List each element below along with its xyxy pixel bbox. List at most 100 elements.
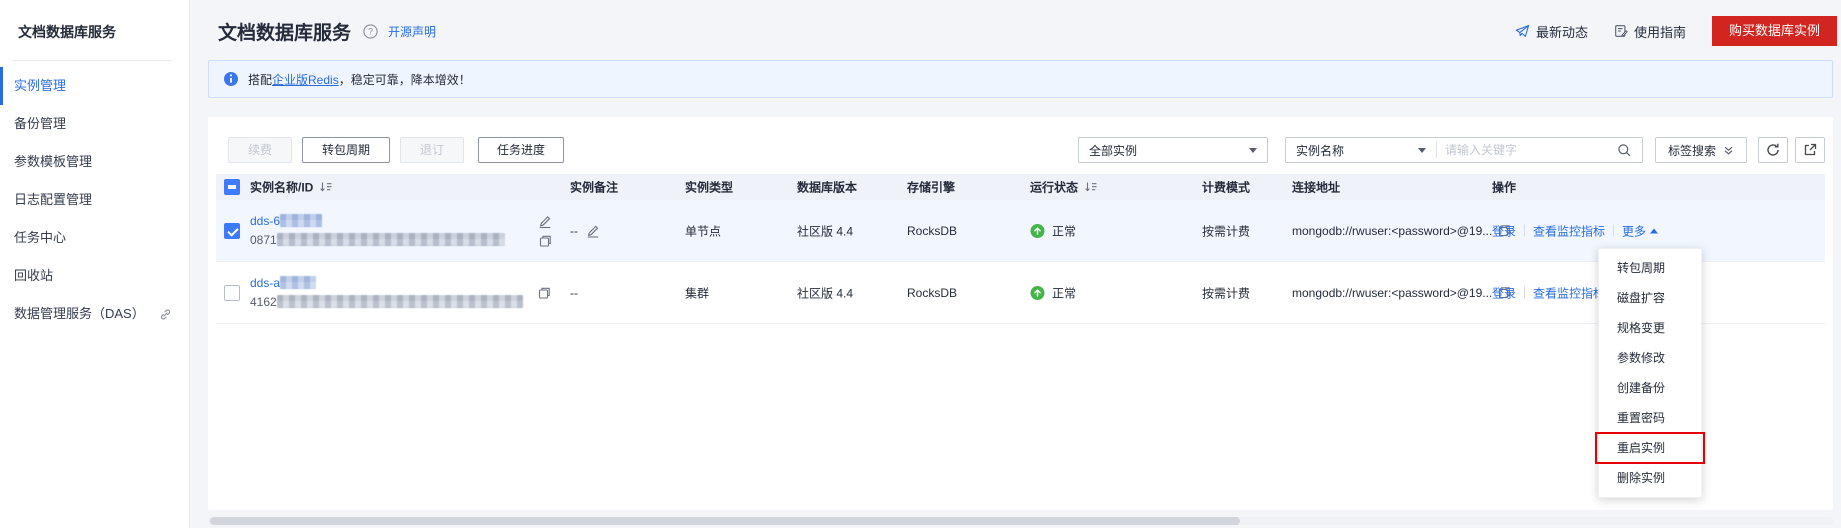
change-to-period-button[interactable]: 转包周期 bbox=[302, 137, 390, 163]
instance-name-link[interactable]: dds-6 bbox=[250, 214, 280, 228]
row-checkbox[interactable] bbox=[224, 285, 240, 301]
tag-search-label: 标签搜索 bbox=[1668, 142, 1716, 159]
sort-icon[interactable] bbox=[319, 182, 332, 193]
col-operation: 操作 bbox=[1492, 179, 1516, 196]
sidebar-item-label: 回收站 bbox=[14, 257, 53, 295]
sidebar-item-label: 实例管理 bbox=[14, 67, 66, 105]
sidebar-item-das[interactable]: 数据管理服务（DAS） bbox=[0, 295, 189, 333]
open-source-link[interactable]: 开源声明 bbox=[388, 23, 436, 40]
edit-name-icon[interactable] bbox=[538, 214, 552, 228]
view-metrics-link[interactable]: 查看监控指标 bbox=[1533, 284, 1605, 301]
menu-item-delete-instance[interactable]: 删除实例 bbox=[1599, 463, 1701, 493]
search-input[interactable] bbox=[1437, 143, 1617, 157]
row-checkbox[interactable] bbox=[224, 223, 240, 239]
sidebar-item-label: 数据管理服务（DAS） bbox=[14, 295, 145, 333]
status-label: 正常 bbox=[1052, 222, 1076, 239]
login-link[interactable]: 登录 bbox=[1492, 222, 1516, 239]
info-banner: 搭配企业版Redis，稳定可靠，降本增效！ bbox=[208, 60, 1833, 98]
view-metrics-link[interactable]: 查看监控指标 bbox=[1533, 222, 1605, 239]
remark-value: -- bbox=[570, 224, 578, 238]
status-cell: 正常 bbox=[1030, 284, 1076, 301]
menu-item-restart-instance[interactable]: 重启实例 bbox=[1599, 433, 1701, 463]
remark-cell: -- bbox=[570, 224, 600, 238]
blurred-name bbox=[280, 214, 322, 227]
double-chevron-icon bbox=[1723, 145, 1734, 156]
blurred-id bbox=[277, 295, 523, 308]
more-dropdown-trigger[interactable]: 更多 bbox=[1622, 222, 1658, 239]
address-cell: mongodb://rwuser:<password>@19... bbox=[1292, 286, 1511, 300]
col-type: 实例类型 bbox=[685, 179, 733, 196]
edit-remark-icon[interactable] bbox=[586, 224, 600, 238]
page-title: 文档数据库服务 bbox=[218, 18, 351, 45]
menu-item-modify-parameters[interactable]: 参数修改 bbox=[1599, 343, 1701, 373]
connection-address: mongodb://rwuser:<password>@19... bbox=[1292, 224, 1492, 238]
external-link-icon bbox=[159, 308, 172, 321]
menu-item-scale-disk[interactable]: 磁盘扩容 bbox=[1599, 283, 1701, 313]
sidebar: 文档数据库服务 实例管理 备份管理 参数模板管理 日志配置管理 任务中心 回收站… bbox=[0, 0, 190, 528]
blurred-name bbox=[280, 276, 316, 289]
table-row-instance-2[interactable]: dds-a 4162 -- 集群 社区版 4.4 RocksDB 正常 按需计费… bbox=[216, 262, 1825, 324]
sidebar-item-log-configuration[interactable]: 日志配置管理 bbox=[0, 181, 189, 219]
instance-scope-select[interactable]: 全部实例 bbox=[1078, 137, 1268, 163]
search-icon[interactable] bbox=[1617, 143, 1632, 158]
col-billing-mode: 计费模式 bbox=[1202, 179, 1250, 196]
db-version: 社区版 4.4 bbox=[797, 222, 853, 239]
guide-doc-icon bbox=[1614, 24, 1628, 38]
export-button[interactable] bbox=[1795, 137, 1825, 163]
sidebar-item-label: 参数模板管理 bbox=[14, 143, 92, 181]
instance-type: 单节点 bbox=[685, 222, 721, 239]
more-actions-menu: 转包周期 磁盘扩容 规格变更 参数修改 创建备份 重置密码 重启实例 删除实例 bbox=[1598, 248, 1702, 498]
instance-id-prefix: 0871 bbox=[250, 233, 277, 247]
blurred-id bbox=[277, 233, 505, 246]
col-remark: 实例备注 bbox=[570, 179, 618, 196]
menu-item-change-specs[interactable]: 规格变更 bbox=[1599, 313, 1701, 343]
search-field-value: 实例名称 bbox=[1296, 142, 1344, 159]
sidebar-item-label: 日志配置管理 bbox=[14, 181, 92, 219]
menu-item-reset-password[interactable]: 重置密码 bbox=[1599, 403, 1701, 433]
col-name-id: 实例名称/ID bbox=[250, 179, 313, 196]
action-separator bbox=[1524, 287, 1525, 299]
select-all-checkbox[interactable] bbox=[224, 179, 240, 195]
tag-search-button[interactable]: 标签搜索 bbox=[1655, 137, 1747, 163]
login-link[interactable]: 登录 bbox=[1492, 284, 1516, 301]
menu-item-create-backup[interactable]: 创建备份 bbox=[1599, 373, 1701, 403]
main-area: 文档数据库服务 ? 开源声明 最新动态 使用指南 购买数据库实例 搭配企业版Re… bbox=[190, 0, 1841, 528]
renew-button[interactable]: 续费 bbox=[228, 137, 292, 163]
address-cell: mongodb://rwuser:<password>@19... bbox=[1292, 224, 1511, 238]
chevron-up-icon bbox=[1650, 228, 1658, 233]
instance-name-id: dds-6 0871 bbox=[250, 212, 505, 250]
sidebar-item-task-center[interactable]: 任务中心 bbox=[0, 219, 189, 257]
search-field-select[interactable]: 实例名称 bbox=[1286, 142, 1436, 159]
menu-item-label: 重启实例 bbox=[1617, 441, 1665, 455]
sidebar-item-parameter-templates[interactable]: 参数模板管理 bbox=[0, 143, 189, 181]
menu-item-change-to-period[interactable]: 转包周期 bbox=[1599, 253, 1701, 283]
horizontal-scrollbar-thumb[interactable] bbox=[210, 517, 1240, 525]
refresh-button[interactable] bbox=[1758, 137, 1788, 163]
banner-redis-link[interactable]: 企业版Redis bbox=[272, 73, 339, 87]
buy-instance-button[interactable]: 购买数据库实例 bbox=[1712, 16, 1837, 46]
page-header: 文档数据库服务 ? 开源声明 最新动态 使用指南 购买数据库实例 bbox=[190, 0, 1841, 62]
task-progress-button[interactable]: 任务进度 bbox=[478, 137, 564, 163]
sidebar-item-recycle-bin[interactable]: 回收站 bbox=[0, 257, 189, 295]
instance-type: 集群 bbox=[685, 284, 709, 301]
instance-name-link[interactable]: dds-a bbox=[250, 276, 280, 290]
instance-name-prefix: dds-a bbox=[250, 276, 280, 290]
connection-address: mongodb://rwuser:<password>@19... bbox=[1292, 286, 1492, 300]
sidebar-item-instance-management[interactable]: 实例管理 bbox=[0, 67, 189, 105]
action-separator bbox=[1613, 225, 1614, 237]
sidebar-item-backup-management[interactable]: 备份管理 bbox=[0, 105, 189, 143]
status-running-icon bbox=[1030, 285, 1045, 300]
search-combo: 实例名称 bbox=[1285, 137, 1643, 163]
sidebar-divider bbox=[13, 60, 171, 61]
unsubscribe-button[interactable]: 退订 bbox=[400, 137, 464, 163]
copy-id-icon[interactable] bbox=[539, 234, 552, 247]
instance-id-prefix: 4162 bbox=[250, 295, 277, 309]
user-guide-link[interactable]: 使用指南 bbox=[1614, 22, 1686, 41]
whats-new-link[interactable]: 最新动态 bbox=[1515, 22, 1588, 41]
help-icon[interactable]: ? bbox=[363, 24, 378, 39]
sort-icon[interactable] bbox=[1084, 182, 1097, 193]
instance-name-id: dds-a 4162 bbox=[250, 274, 523, 312]
table-row-instance-1[interactable]: dds-6 0871 -- 单节点 社区版 4.4 RocksDB 正常 按需计… bbox=[216, 200, 1825, 262]
instance-name-prefix: dds-6 bbox=[250, 214, 280, 228]
copy-id-icon[interactable] bbox=[538, 286, 551, 299]
